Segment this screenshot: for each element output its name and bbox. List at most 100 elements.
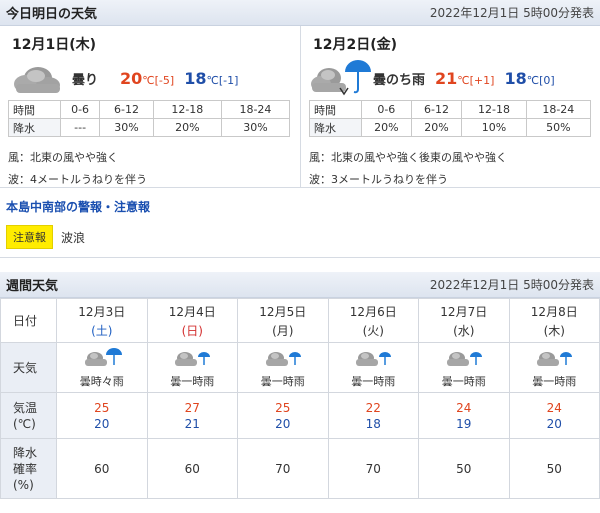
cloud-icon [8, 58, 70, 98]
week-day-cell: 12月3日 (土) [56, 298, 148, 343]
rain-label: 降水 [8, 118, 61, 137]
cloud-occasional-rain-icon [353, 346, 393, 368]
low-diff: [-1] [218, 73, 239, 87]
row-label-pop: 降水 確率 (%) [0, 438, 57, 499]
high-temp: 20℃[-5] [120, 69, 174, 88]
high-value: 21 [435, 68, 458, 88]
week-high: 25 [275, 400, 291, 415]
week-weather-text: 曇一時雨 [170, 375, 215, 388]
week-low: 20 [94, 416, 110, 431]
week-weather-cell: 曇一時雨 [327, 342, 419, 393]
period: 0-6 [361, 100, 412, 119]
week-date: 12月3日 [78, 304, 126, 319]
week-weather-text: 曇一時雨 [351, 375, 396, 388]
week-date: 12月8日 [530, 304, 578, 319]
rain-label: 降水 [309, 118, 362, 137]
week-weather-cell: 曇一時雨 [146, 342, 238, 393]
week-date: 12月4日 [168, 304, 216, 319]
wind-text: 風：北東の風やや強く後東の風やや強く [309, 151, 507, 164]
period: 12-18 [152, 100, 222, 119]
high-diff: [+1] [469, 73, 495, 87]
low-unit: ℃ [206, 73, 219, 87]
week-low: 21 [184, 416, 200, 431]
period: 0-6 [59, 100, 101, 119]
period: 18-24 [525, 100, 592, 119]
week-date: 12月7日 [440, 304, 488, 319]
warning-section: 本島中南部の警報・注意報 注意報 波浪 [0, 188, 600, 258]
low-value: 18 [184, 68, 207, 88]
rain-value: 20% [152, 118, 222, 137]
week-dow: (水) [453, 323, 475, 338]
week-dow: (月) [272, 323, 294, 338]
warning-title-link[interactable]: 本島中南部の警報・注意報 [6, 198, 594, 215]
warning-row: 注意報 波浪 [6, 225, 594, 249]
time-label: 時間 [309, 100, 362, 119]
week-low: 20 [275, 416, 291, 431]
week-low: 18 [365, 416, 381, 431]
week-dow: (土) [91, 323, 113, 338]
low-unit: ℃ [526, 73, 540, 87]
day-summary: 曇のち雨 21℃[+1] 18℃[0] [309, 56, 592, 100]
week-temp-cell: 27 21 [146, 392, 238, 439]
week-pop-value: 60 [56, 438, 148, 499]
row-label-line: (%) [13, 477, 34, 492]
week-weather-text: 曇一時雨 [532, 375, 577, 388]
week-temp-cell: 22 18 [327, 392, 419, 439]
week-low: 20 [546, 416, 562, 431]
week-high: 24 [546, 400, 562, 415]
week-weather-cell: 曇一時雨 [508, 342, 600, 393]
temp-row: 気温 (℃) 25 20 27 21 25 20 22 18 24 19 24 20 [0, 392, 600, 439]
day-date: 12月2日(金) [313, 37, 398, 53]
weekly-announce-time: 2022年12月1日 5時00分発表 [429, 278, 594, 292]
cloud-occasional-rain-icon [172, 346, 212, 368]
row-label-line: 気温 [13, 400, 38, 415]
low-temp: 18℃[-1] [184, 69, 238, 88]
wave-text: 波：3メートルうねりを伴う [309, 173, 448, 186]
low-value: 18 [504, 68, 527, 88]
week-low: 19 [456, 416, 472, 431]
week-temp-cell: 24 20 [508, 392, 600, 439]
week-dow: (日) [181, 323, 203, 338]
week-pop-value: 60 [146, 438, 238, 499]
wave-text: 波：4メートルうねりを伴う [8, 173, 147, 186]
rain-table: 時間 0-6 6-12 12-18 18-24 降水 --- 30% 20% 3… [8, 100, 291, 137]
rain-value: --- [59, 118, 101, 137]
week-pop-value: 70 [327, 438, 419, 499]
rain-table: 時間 0-6 6-12 12-18 18-24 降水 20% 20% 10% 5… [309, 100, 592, 137]
day-summary: 曇り 20℃[-5] 18℃[-1] [8, 56, 292, 100]
weekly-header: 週間天気 2022年12月1日 5時00分発表 [0, 272, 600, 298]
wind-wave-info: 風：北東の風やや強く 波：4メートルうねりを伴う [8, 147, 292, 191]
condition-text: 曇り [72, 72, 99, 88]
advisory-badge: 注意報 [6, 225, 53, 249]
today-header: 今日明日の天気 2022年12月1日 5時00分発表 [0, 0, 600, 26]
week-date: 12月5日 [259, 304, 307, 319]
row-label-date: 日付 [0, 298, 57, 343]
row-label-temp: 気温 (℃) [0, 392, 57, 439]
week-temp-cell: 25 20 [56, 392, 148, 439]
high-diff: [-5] [154, 73, 175, 87]
week-day-cell: 12月7日 (水) [418, 298, 510, 343]
weather-row: 天気 曇時々雨 曇一時雨 曇一時雨 曇一時雨 曇一時雨 曇一時雨 [0, 342, 600, 393]
today-announce-time: 2022年12月1日 5時00分発表 [429, 6, 594, 20]
rain-value: 30% [99, 118, 154, 137]
low-diff: [0] [539, 73, 555, 87]
dates-row: 日付 12月3日 (土) 12月4日 (日) 12月5日 (月) 12月6日 (火) 1… [0, 298, 600, 343]
row-label-line: (℃) [13, 416, 36, 431]
today-title: 今日明日の天気 [6, 7, 98, 22]
rain-value: 20% [361, 118, 412, 137]
cloud-then-rain-icon [309, 58, 371, 98]
time-label: 時間 [8, 100, 61, 119]
week-high: 27 [184, 400, 200, 415]
wind-text: 風：北東の風やや強く [8, 151, 118, 164]
period: 6-12 [99, 100, 154, 119]
weekly-table: 日付 12月3日 (土) 12月4日 (日) 12月5日 (月) 12月6日 (火) 1… [0, 298, 600, 499]
week-weather-text: 曇時々雨 [79, 375, 124, 388]
pop-row: 降水 確率 (%) 60 60 70 70 50 50 [0, 438, 600, 499]
week-high: 22 [365, 400, 381, 415]
today-tomorrow-panels: 12月1日(木) 曇り 20℃[-5] 18℃[-1] 時間 0-6 6-12 … [0, 26, 600, 188]
weekly-title: 週間天気 [6, 279, 59, 294]
week-weather-text: 曇一時雨 [441, 375, 486, 388]
week-day-cell: 12月8日 (木) [508, 298, 600, 343]
week-pop-value: 50 [418, 438, 510, 499]
